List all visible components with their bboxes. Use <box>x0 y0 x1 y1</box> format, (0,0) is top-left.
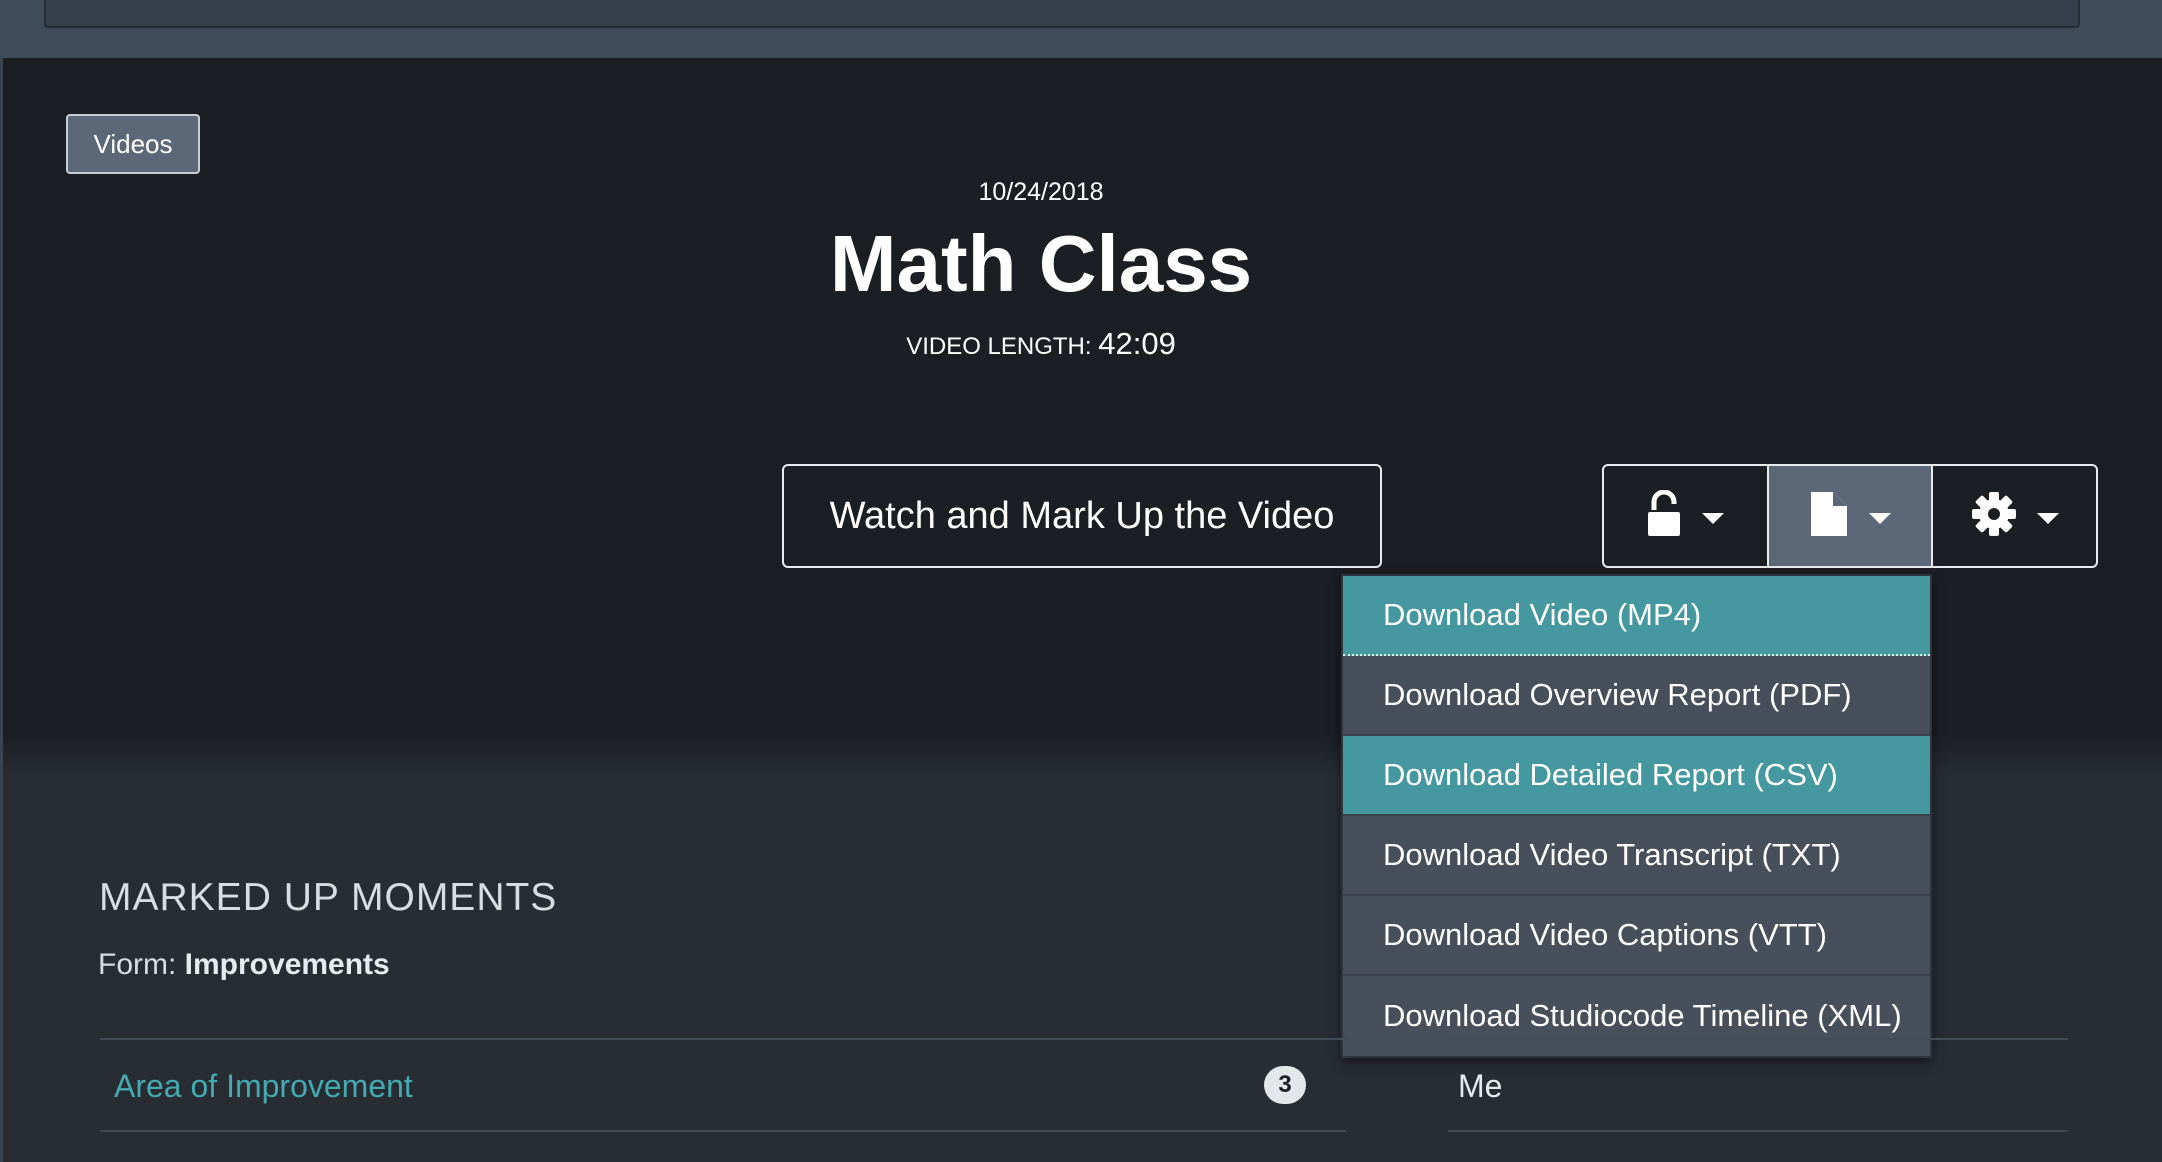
video-length-label: VIDEO LENGTH: <box>906 333 1092 360</box>
top-bar <box>0 0 2162 58</box>
menu-item-download-studiocode-xml[interactable]: Download Studiocode Timeline (XML) <box>1343 976 1930 1056</box>
row-divider <box>1448 1038 2068 1040</box>
gear-icon <box>1971 491 2017 542</box>
file-icon <box>1809 490 1849 543</box>
row-divider <box>1448 1130 2068 1132</box>
videos-button[interactable]: Videos <box>66 114 200 174</box>
row-divider <box>100 1038 1346 1040</box>
moment-category-link[interactable]: Area of Improvement <box>114 1068 413 1105</box>
row-divider <box>100 1130 1346 1132</box>
form-name: Improvements <box>184 948 390 981</box>
chevron-down-icon <box>2036 512 2059 524</box>
menu-item-download-captions-vtt[interactable]: Download Video Captions (VTT) <box>1343 896 1930 976</box>
moment-count-badge: 3 <box>1264 1066 1306 1104</box>
video-length-value: 42:09 <box>1098 326 1176 361</box>
download-dropdown-button[interactable] <box>1768 466 1934 566</box>
privacy-dropdown-button[interactable] <box>1604 466 1769 566</box>
video-actions-group <box>1602 464 2098 568</box>
watch-markup-button[interactable]: Watch and Mark Up the Video <box>782 464 1382 568</box>
form-label: Form: <box>98 948 177 981</box>
chevron-down-icon <box>1869 512 1891 524</box>
top-search-field[interactable] <box>44 0 2080 28</box>
video-title: Math Class <box>829 219 1253 308</box>
menu-item-download-mp4[interactable]: Download Video (MP4) <box>1343 576 1930 656</box>
form-line: Form: Improvements <box>98 948 390 982</box>
video-length: VIDEO LENGTH: 42:09 <box>0 326 2162 362</box>
menu-item-download-overview-pdf[interactable]: Download Overview Report (PDF) <box>1343 656 1930 736</box>
menu-item-download-detailed-csv[interactable]: Download Detailed Report (CSV) <box>1343 736 1930 816</box>
download-menu: Download Video (MP4) Download Overview R… <box>1341 574 1932 1058</box>
marked-up-moments-heading: MARKED UP MOMENTS <box>99 876 558 919</box>
video-date: 10/24/2018 <box>978 178 1104 206</box>
menu-item-download-transcript-txt[interactable]: Download Video Transcript (TXT) <box>1343 816 1930 896</box>
settings-dropdown-button[interactable] <box>1933 466 2096 566</box>
chevron-down-icon <box>1702 512 1725 524</box>
unlock-icon <box>1646 489 1682 543</box>
moment-owner: Me <box>1458 1068 1503 1104</box>
